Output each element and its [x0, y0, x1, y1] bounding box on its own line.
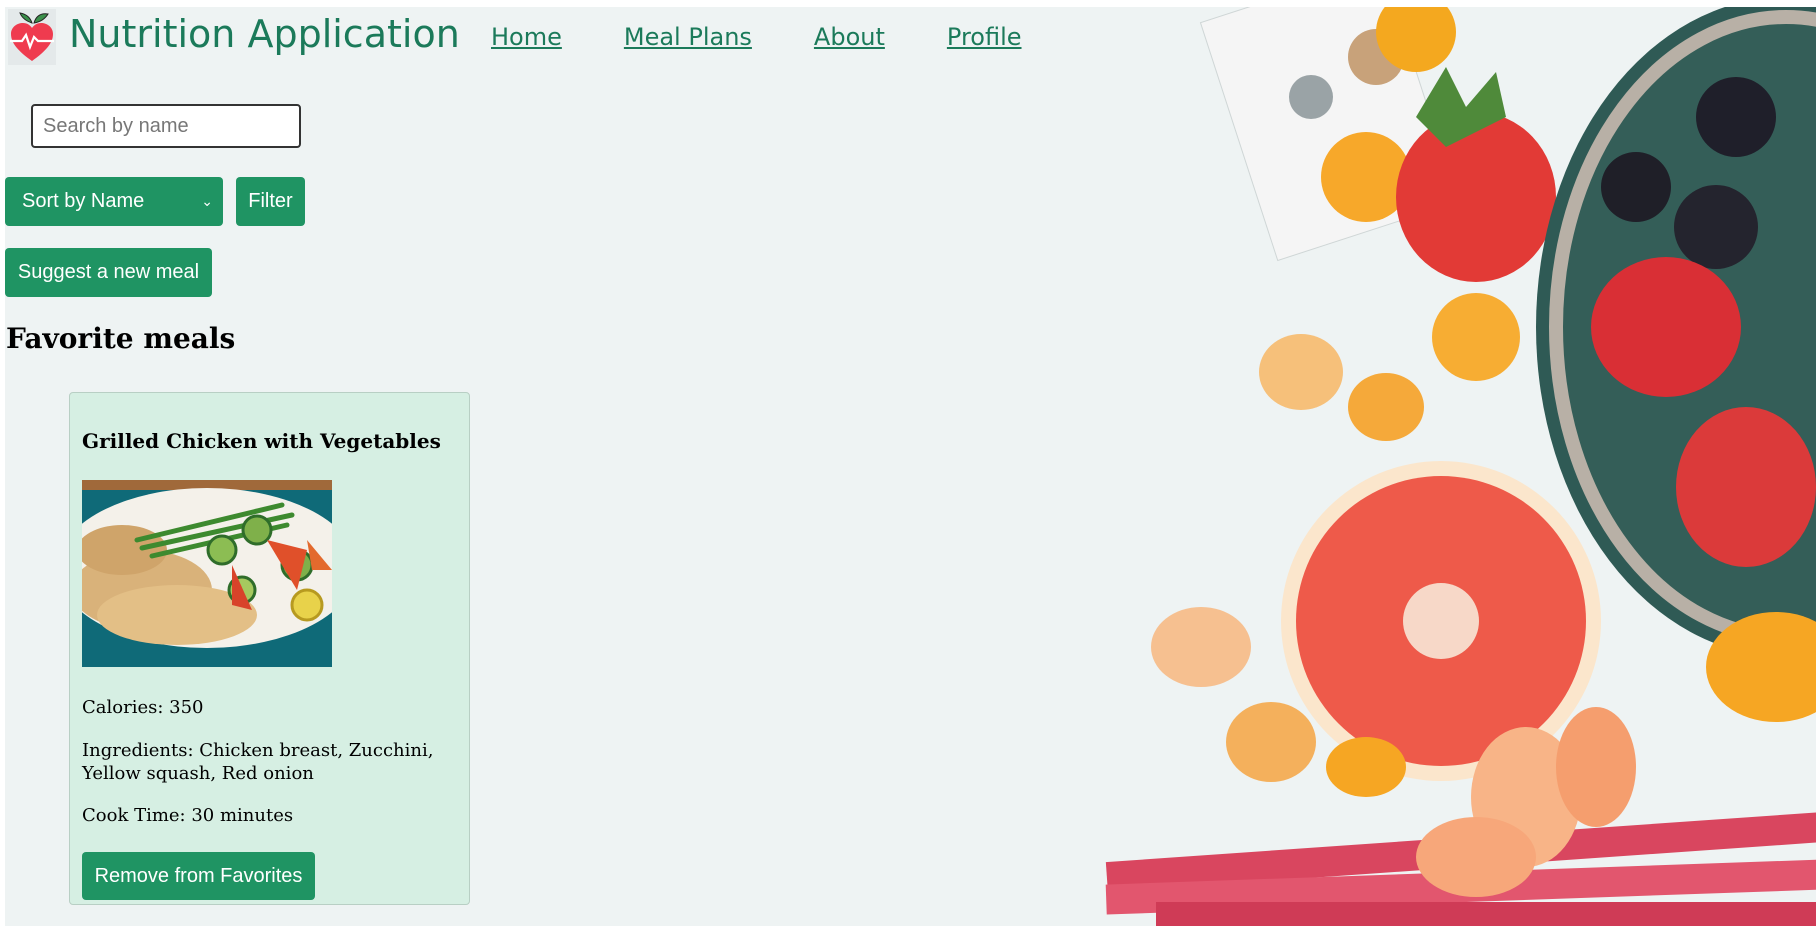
- nav-meal-plans-link[interactable]: Meal Plans: [624, 23, 752, 51]
- app-title: Nutrition Application: [69, 12, 460, 56]
- header: Nutrition Application Home Meal Plans Ab…: [5, 7, 1105, 67]
- remove-from-favorites-button[interactable]: Remove from Favorites: [82, 852, 315, 900]
- fruit-background-image: [1105, 7, 1816, 926]
- sort-select-value: Sort by Name: [22, 190, 145, 212]
- meal-ingredients: Ingredients: Chicken breast, Zucchini, Y…: [82, 740, 434, 784]
- page: Nutrition Application Home Meal Plans Ab…: [5, 7, 1816, 926]
- filter-button[interactable]: Filter: [236, 177, 305, 226]
- meal-calories: Calories: 350: [82, 697, 204, 718]
- meal-title: Grilled Chicken with Vegetables: [82, 429, 441, 453]
- chevron-down-icon: ⌄: [201, 193, 213, 209]
- meal-image: [82, 480, 332, 667]
- heart-pulse-apple-icon[interactable]: [8, 9, 56, 65]
- search-input[interactable]: [31, 104, 301, 148]
- favorite-meals-heading: Favorite meals: [6, 322, 236, 355]
- nav-about-link[interactable]: About: [814, 23, 885, 51]
- main-nav: Home Meal Plans About Profile: [491, 23, 1084, 51]
- sort-select[interactable]: Sort by Name ⌄: [5, 177, 223, 226]
- suggest-meal-button[interactable]: Suggest a new meal: [5, 248, 212, 297]
- nav-profile-link[interactable]: Profile: [947, 23, 1022, 51]
- meal-cook-time: Cook Time: 30 minutes: [82, 805, 294, 826]
- nav-home-link[interactable]: Home: [491, 23, 562, 51]
- meal-card: Grilled Chicken with Vegetables Calories…: [69, 392, 470, 905]
